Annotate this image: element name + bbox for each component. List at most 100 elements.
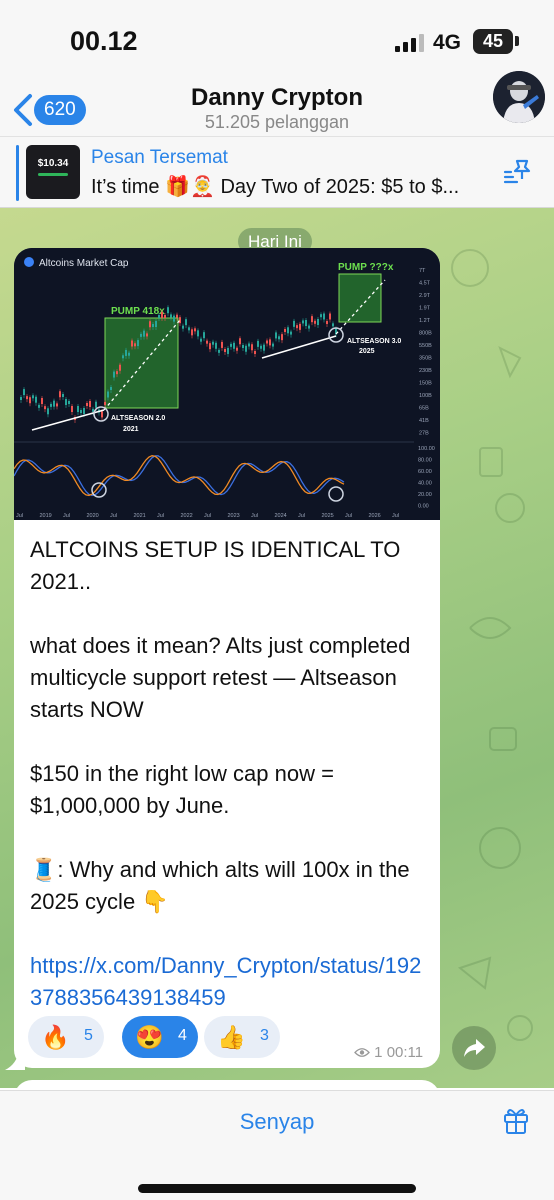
candle-body [290,331,292,335]
candle-body [20,397,22,400]
mute-button[interactable]: Senyap [0,1109,554,1135]
reaction-count: 3 [260,1027,269,1044]
message-bubble[interactable]: Altcoins Market Cap PUMP 418x PUMP ???x … [14,248,440,1068]
pinned-message-bar[interactable]: $10.34 Pesan Tersemat It’s time 🎁🤶 Day T… [0,136,554,208]
candle-body [185,319,187,326]
candle-body [119,364,121,371]
altseason-3-year: 2025 [359,348,375,355]
price-tick-label: 150B [419,381,432,387]
candle-body [197,330,199,337]
pinned-text: It’s time 🎁🤶 Day Two of 2025: $5 to $... [91,176,460,198]
gift-icon[interactable] [503,1105,529,1135]
reaction-fire[interactable]: 🔥 5 [28,1016,104,1058]
candle-body [218,349,220,353]
candle-body [326,321,328,324]
candle-body [50,403,52,407]
x-tick-label: Jul [16,513,23,519]
candle-body [251,344,253,351]
candle-body [122,355,124,359]
x-tick-label: 2021 [134,513,146,519]
candle-body [248,343,250,347]
altseason-3-label: ALTSEASON 3.0 [347,338,401,345]
candle-body [95,401,97,408]
price-tick-label: 65B [419,406,429,412]
candle-body [107,391,109,398]
altseason-2-year: 2021 [123,426,139,433]
message-link[interactable]: https://x.com/Danny_Crypton/status/19237… [30,953,421,1010]
price-tick-label: 7T [419,268,426,274]
price-tick-label: 800B [419,331,432,337]
price-tick-label: 27B [419,431,429,437]
message-image[interactable]: Altcoins Market Cap PUMP 418x PUMP ???x … [14,248,440,520]
channel-avatar[interactable] [493,71,545,123]
candle-body [254,351,256,354]
candle-body [38,404,40,408]
pinned-indicator [16,145,19,201]
candle-body [62,394,64,397]
candle-body [194,328,196,332]
candle-body [236,347,238,351]
candle-body [200,338,202,342]
reaction-count: 5 [84,1027,93,1044]
candle-body [143,330,145,337]
candle-body [284,329,286,332]
osc-tick-label: 40.00 [418,481,432,487]
candle-body [308,325,310,329]
reaction-heart-eyes[interactable]: 😍 4 [122,1016,198,1058]
x-tick-label: Jul [63,513,70,519]
fire-emoji-icon: 🔥 [41,1024,70,1050]
x-tick-label: Jul [157,513,164,519]
candle-body [152,324,154,327]
reaction-thumbs-up[interactable]: 👍 3 [204,1016,280,1058]
x-tick-label: 2019 [40,513,52,519]
candle-body [59,391,61,398]
heart-eyes-emoji-icon: 😍 [135,1024,164,1050]
candle-body [125,349,127,356]
message-meta: 1 00:11 [354,1044,423,1061]
price-tick-label: 550B [419,343,432,349]
osc-tick-label: 0.00 [418,504,429,510]
price-tick-label: 41B [419,418,429,424]
candle-body [203,332,205,339]
message-paragraph: $150 in the right low cap now = $1,000,0… [30,761,334,818]
candle-body [35,396,37,403]
candle-body [110,387,112,390]
candle-body [233,342,235,349]
candle-body [80,410,82,413]
pinned-list-icon[interactable] [503,157,535,187]
candle-body [44,406,46,410]
candle-body [68,401,70,404]
candle-body [311,316,313,323]
pump-label-1: PUMP 418x [111,306,165,317]
candle-body [329,313,331,320]
x-tick-label: 2023 [228,513,240,519]
candle-body [278,336,280,340]
candle-body [155,321,157,327]
candle-body [269,339,271,346]
candle-body [257,340,259,347]
message-paragraph: ALTCOINS SETUP IS IDENTICAL TO 2021.. [30,537,401,594]
candle-body [188,327,190,331]
pinned-title: Pesan Tersemat [91,147,228,168]
candle-body [275,332,277,339]
candle-body [32,395,34,399]
candle-body [263,344,265,351]
altseason-2-label: ALTSEASON 2.0 [111,415,165,422]
message-paragraph [30,726,430,758]
candle-body [272,343,274,347]
candle-body [77,406,79,412]
pump-label-2: PUMP ???x [338,262,394,273]
candle-body [317,319,319,325]
candle-body [83,408,85,414]
candle-body [206,340,208,344]
x-tick-label: Jul [298,513,305,519]
message-paragraph [30,598,430,630]
candle-body [296,325,298,329]
osc-tick-label: 60.00 [418,469,432,475]
message-paragraph: 🧵: Why and which alts will 100x in the 2… [30,857,410,914]
pump-box-2021 [104,317,179,409]
x-tick-label: 2026 [369,513,381,519]
share-button[interactable] [452,1026,496,1070]
candle-body [305,320,307,326]
channel-title[interactable]: Danny Crypton [0,84,554,112]
